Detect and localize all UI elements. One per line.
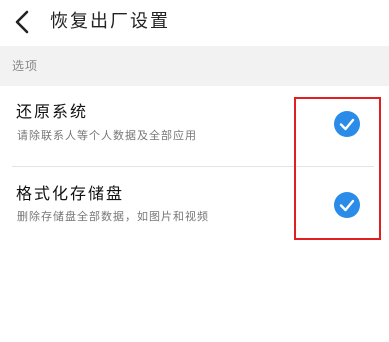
back-button[interactable] (8, 6, 38, 38)
option-title: 还原系统 (16, 102, 89, 121)
section-title: 选项 (12, 59, 39, 73)
option-subtitle: 请除联系人等个人数据及全部应用 (17, 129, 197, 142)
header-bar: 恢复出厂设置 (0, 0, 389, 46)
chevron-left-icon (8, 6, 38, 38)
section-header: 选项 (0, 46, 389, 86)
page-title: 恢复出厂设置 (50, 11, 170, 32)
option-title: 格式化存储盘 (16, 184, 125, 203)
highlight-annotation-box (294, 97, 381, 240)
option-subtitle: 删除存储盘全部数据，如图片和视频 (17, 210, 209, 223)
